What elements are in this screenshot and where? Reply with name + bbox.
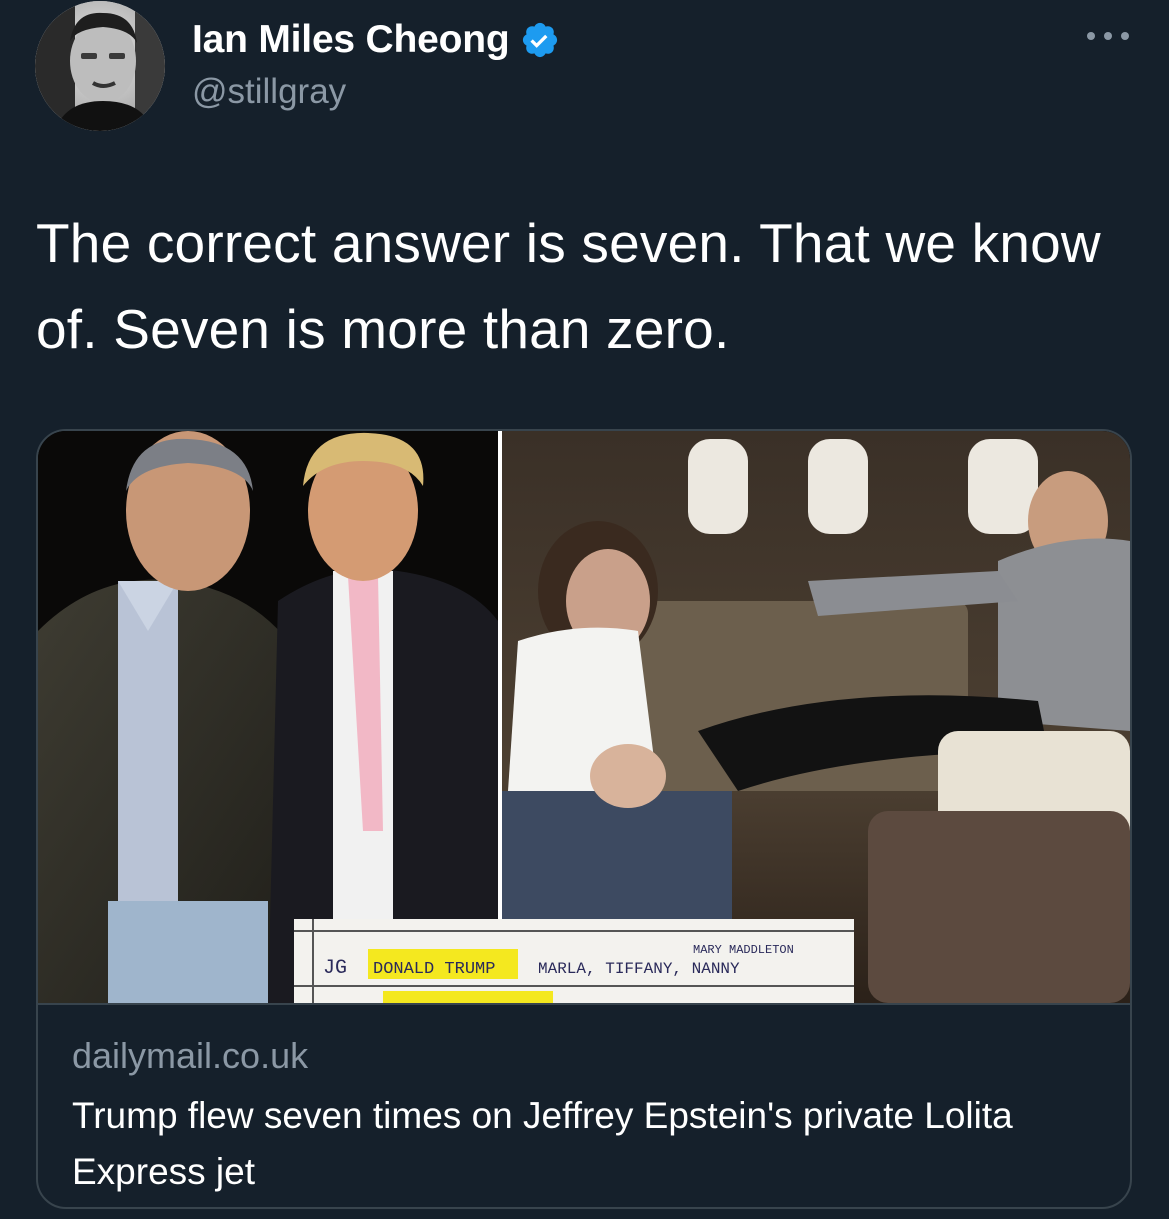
tweet-text: The correct answer is seven. That we kno… [36,212,1101,360]
tweet: Ian Miles Cheong @stillgray The correct … [0,0,1169,1219]
doc-above-text: MARY MADDLETON [693,943,794,957]
link-card-image[interactable]: JG DONALD TRUMP MARLA, TIFFANY, NANNY MA… [38,431,1130,1003]
author-name-row[interactable]: Ian Miles Cheong [192,14,560,66]
link-card-footer[interactable]: dailymail.co.uk Trump flew seven times o… [38,1003,1130,1207]
link-card-domain: dailymail.co.uk [72,1035,309,1076]
more-options-icon[interactable] [1085,26,1131,46]
avatar-image [35,1,165,131]
doc-prefix-text: JG [323,957,347,980]
avatar[interactable] [35,1,165,131]
author-handle[interactable]: @stillgray [192,72,346,112]
link-card-title: Trump flew seven times on Jeffrey Epstei… [72,1095,1013,1192]
author-display-name[interactable]: Ian Miles Cheong [192,18,510,62]
link-card[interactable]: JG DONALD TRUMP MARLA, TIFFANY, NANNY MA… [36,429,1132,1209]
doc-highlighted-text: DONALD TRUMP [373,960,495,979]
verified-badge-icon [520,20,560,60]
article-photo-collage: JG DONALD TRUMP MARLA, TIFFANY, NANNY MA… [38,431,1130,1003]
doc-rest-text: MARLA, TIFFANY, NANNY [538,960,740,978]
